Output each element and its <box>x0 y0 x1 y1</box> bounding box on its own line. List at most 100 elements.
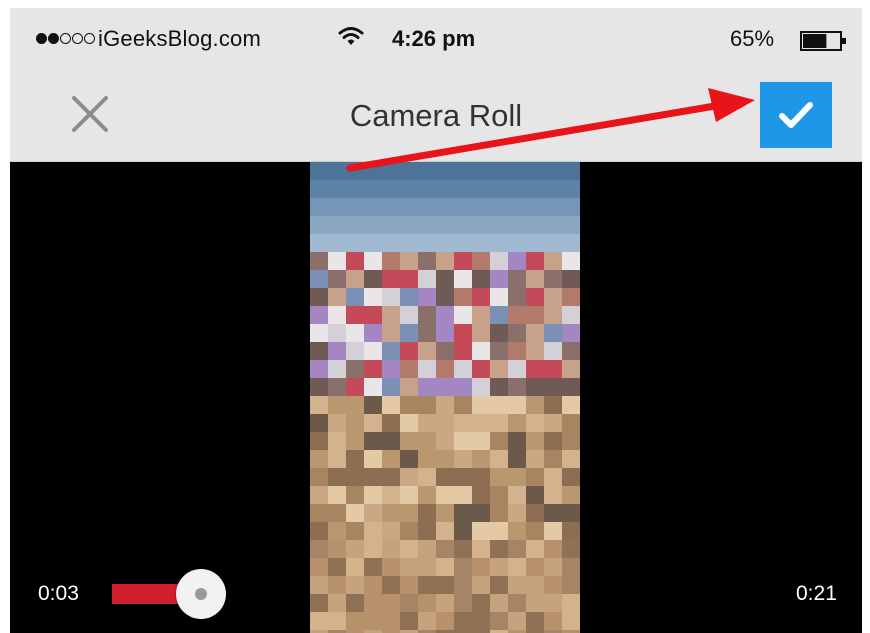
thumbnail-pixel <box>364 558 382 576</box>
thumbnail-pixel <box>508 162 526 180</box>
thumbnail-pixel <box>364 594 382 612</box>
thumbnail-pixel <box>562 540 580 558</box>
battery-icon <box>800 31 846 51</box>
thumbnail-pixel <box>562 450 580 468</box>
thumbnail-pixel <box>418 180 436 198</box>
thumbnail-pixel <box>508 360 526 378</box>
thumbnail-pixel <box>310 288 328 306</box>
thumbnail-pixel <box>490 360 508 378</box>
thumbnail-pixel <box>400 216 418 234</box>
thumbnail-pixel <box>436 324 454 342</box>
video-scrubber[interactable] <box>112 569 252 619</box>
thumbnail-pixel <box>454 594 472 612</box>
thumbnail-pixel <box>418 198 436 216</box>
thumbnail-pixel <box>508 594 526 612</box>
thumbnail-pixel <box>436 180 454 198</box>
thumbnail-pixel <box>436 288 454 306</box>
thumbnail-pixel <box>328 270 346 288</box>
thumbnail-pixel <box>490 270 508 288</box>
signal-dot <box>36 33 47 44</box>
thumbnail-pixel <box>436 270 454 288</box>
thumbnail-pixel <box>310 216 328 234</box>
thumbnail-pixel <box>472 378 490 396</box>
thumbnail-pixel <box>346 288 364 306</box>
thumbnail-pixel <box>328 414 346 432</box>
thumbnail-pixel <box>526 450 544 468</box>
thumbnail-pixel <box>400 414 418 432</box>
thumbnail-pixel <box>328 540 346 558</box>
thumbnail-pixel <box>472 414 490 432</box>
thumbnail-pixel <box>526 180 544 198</box>
thumbnail-pixel <box>346 594 364 612</box>
thumbnail-pixel <box>562 612 580 630</box>
thumbnail-pixel <box>310 486 328 504</box>
app-screen: iGeeksBlog.com 4:26 pm 65% Camera Roll 0… <box>10 8 862 633</box>
thumbnail-pixel <box>562 252 580 270</box>
thumbnail-pixel <box>454 342 472 360</box>
thumbnail-pixel <box>418 414 436 432</box>
current-time: 0:03 <box>38 582 79 605</box>
thumbnail-pixel <box>562 558 580 576</box>
navigation-bar: Camera Roll <box>10 70 862 162</box>
thumbnail-pixel <box>472 324 490 342</box>
thumbnail-pixel <box>544 612 562 630</box>
checkmark-icon <box>779 102 813 128</box>
thumbnail-pixel <box>310 360 328 378</box>
thumbnail-pixel <box>310 612 328 630</box>
thumbnail-pixel <box>526 468 544 486</box>
thumbnail-pixel <box>490 414 508 432</box>
thumbnail-pixel <box>508 414 526 432</box>
thumbnail-pixel <box>436 378 454 396</box>
thumbnail-pixel <box>544 180 562 198</box>
thumbnail-pixel <box>526 324 544 342</box>
thumbnail-pixel <box>454 216 472 234</box>
thumbnail-pixel <box>508 486 526 504</box>
thumbnail-pixel <box>490 576 508 594</box>
thumbnail-pixel <box>418 306 436 324</box>
thumbnail-pixel <box>382 198 400 216</box>
thumbnail-pixel <box>526 342 544 360</box>
thumbnail-pixel <box>544 540 562 558</box>
thumbnail-pixel <box>562 504 580 522</box>
thumbnail-pixel <box>382 216 400 234</box>
thumbnail-pixel <box>508 378 526 396</box>
thumbnail-pixel <box>364 342 382 360</box>
thumbnail-pixel <box>364 378 382 396</box>
confirm-button[interactable] <box>760 82 832 148</box>
thumbnail-pixel <box>382 414 400 432</box>
thumbnail-pixel <box>364 180 382 198</box>
thumbnail-pixel <box>544 234 562 252</box>
thumbnail-pixel <box>346 576 364 594</box>
thumbnail-pixel <box>418 558 436 576</box>
thumbnail-pixel <box>454 504 472 522</box>
thumbnail-pixel <box>490 612 508 630</box>
thumbnail-pixel <box>382 540 400 558</box>
thumbnail-pixel <box>472 468 490 486</box>
thumbnail-pixel <box>562 180 580 198</box>
thumbnail-pixel <box>364 306 382 324</box>
thumbnail-pixel <box>526 306 544 324</box>
thumbnail-pixel <box>544 360 562 378</box>
thumbnail-pixel <box>310 540 328 558</box>
scrubber-handle[interactable] <box>176 569 226 619</box>
thumbnail-pixel <box>418 162 436 180</box>
thumbnail-pixel <box>400 234 418 252</box>
thumbnail-pixel <box>328 450 346 468</box>
thumbnail-pixel <box>508 198 526 216</box>
thumbnail-pixel <box>544 450 562 468</box>
thumbnail-pixel <box>346 198 364 216</box>
thumbnail-pixel <box>526 270 544 288</box>
thumbnail-pixel <box>436 306 454 324</box>
video-duration: 0:21 <box>796 582 837 605</box>
thumbnail-pixel <box>562 288 580 306</box>
thumbnail-pixel <box>382 504 400 522</box>
thumbnail-pixel <box>544 270 562 288</box>
thumbnail-pixel <box>454 414 472 432</box>
thumbnail-pixel <box>454 486 472 504</box>
thumbnail-pixel <box>310 414 328 432</box>
thumbnail-pixel <box>490 540 508 558</box>
thumbnail-pixel <box>382 252 400 270</box>
thumbnail-pixel <box>328 504 346 522</box>
thumbnail-pixel <box>328 324 346 342</box>
thumbnail-pixel <box>310 180 328 198</box>
